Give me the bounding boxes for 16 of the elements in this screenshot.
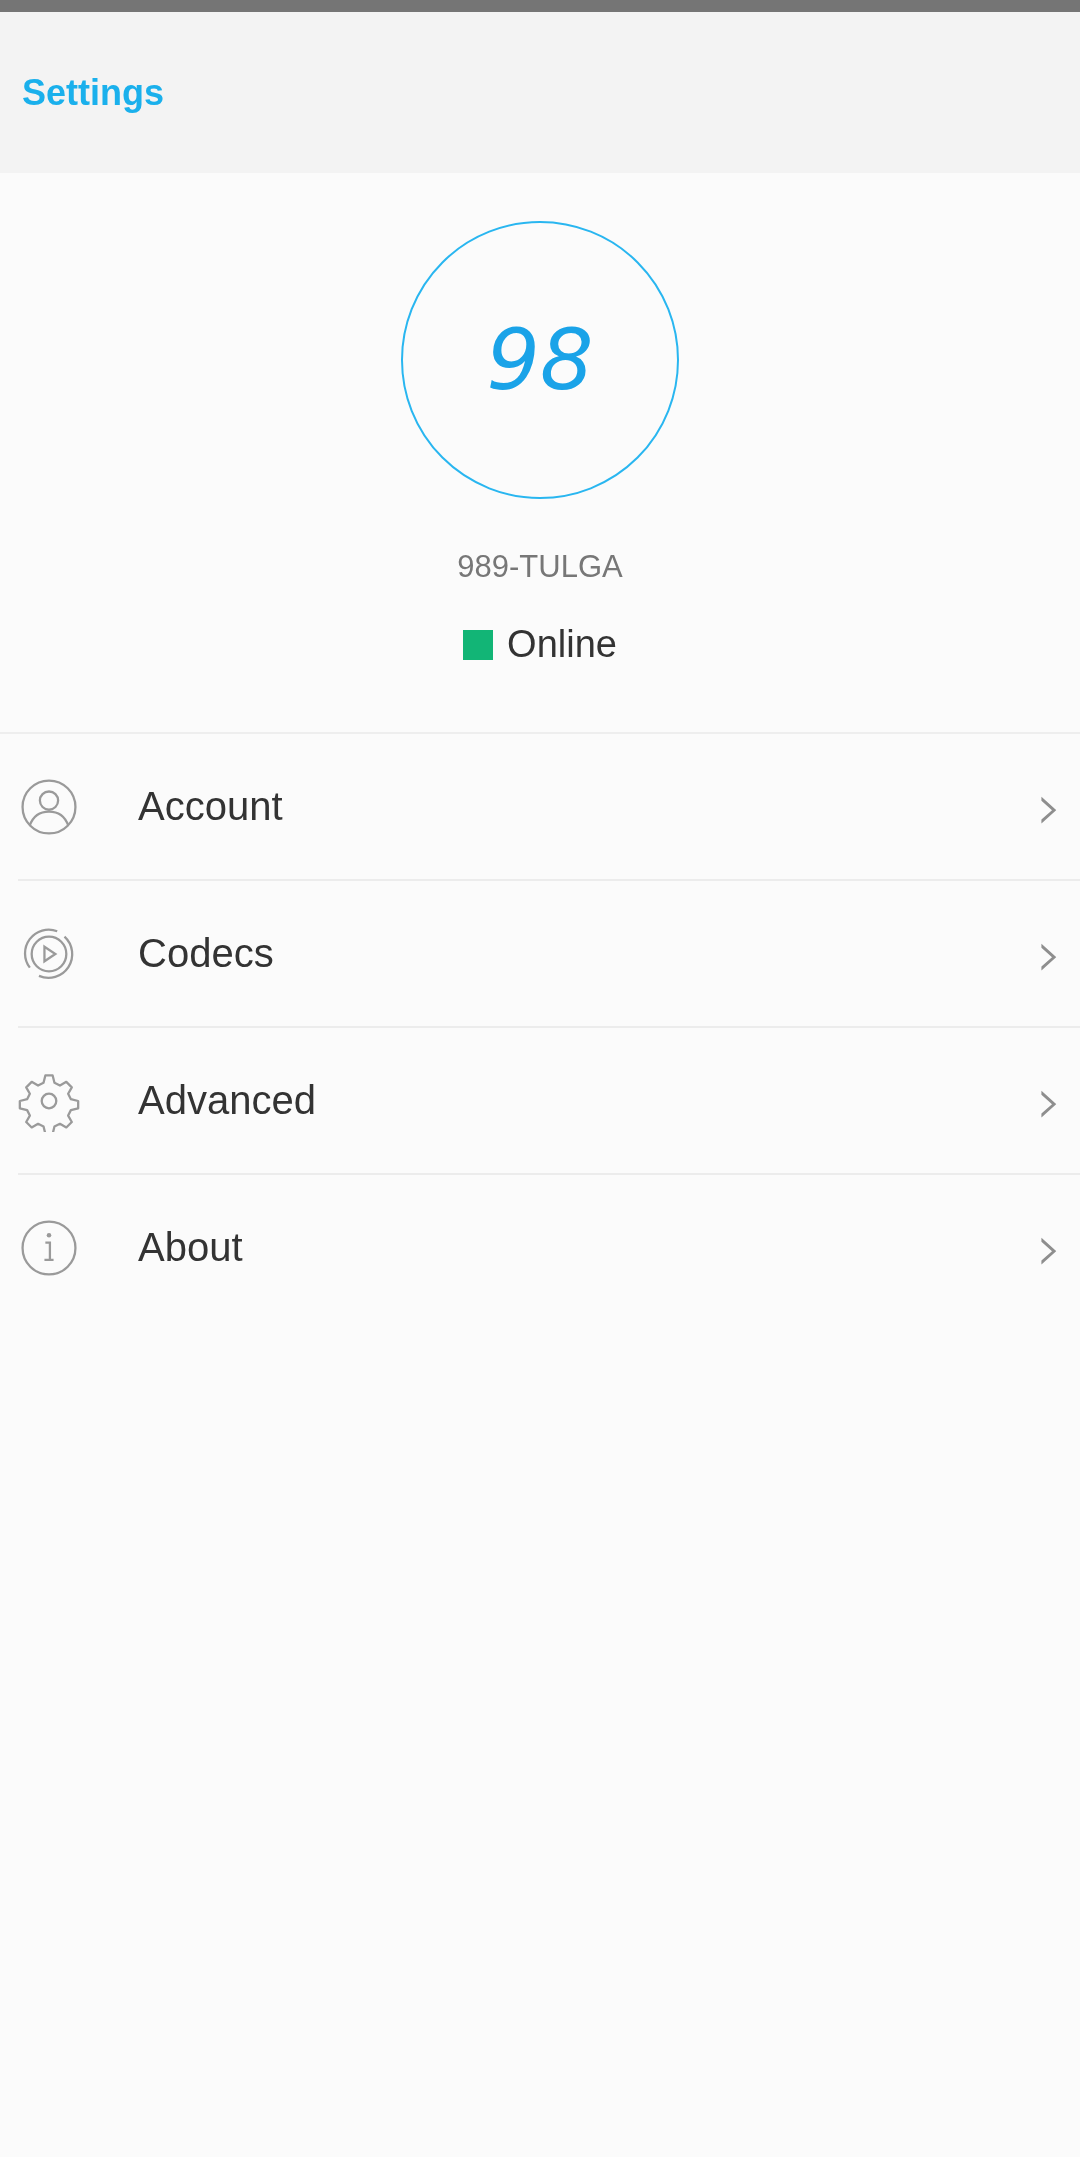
score-value: 98 [486, 311, 594, 409]
menu-item[interactable]: About › [18, 1175, 1080, 1320]
menu-item[interactable]: Advanced › [18, 1028, 1080, 1175]
page-title: Settings [22, 71, 164, 114]
menu-label: About [138, 1225, 244, 1270]
status-label: Online [507, 623, 617, 666]
menu-label: Codecs [138, 931, 275, 976]
menu-label: Advanced [138, 1078, 317, 1123]
chevron-icon: › [1036, 1068, 1062, 1133]
chevron-icon: › [1036, 1215, 1062, 1280]
account-name: 989-TULGA [457, 549, 623, 585]
chevron-icon: › [1036, 774, 1062, 839]
menu-item[interactable]: Codecs › [18, 881, 1080, 1028]
menu-label: Account [138, 784, 284, 829]
menu-item[interactable]: Account › [18, 734, 1080, 881]
chevron-icon: › [1036, 921, 1062, 986]
